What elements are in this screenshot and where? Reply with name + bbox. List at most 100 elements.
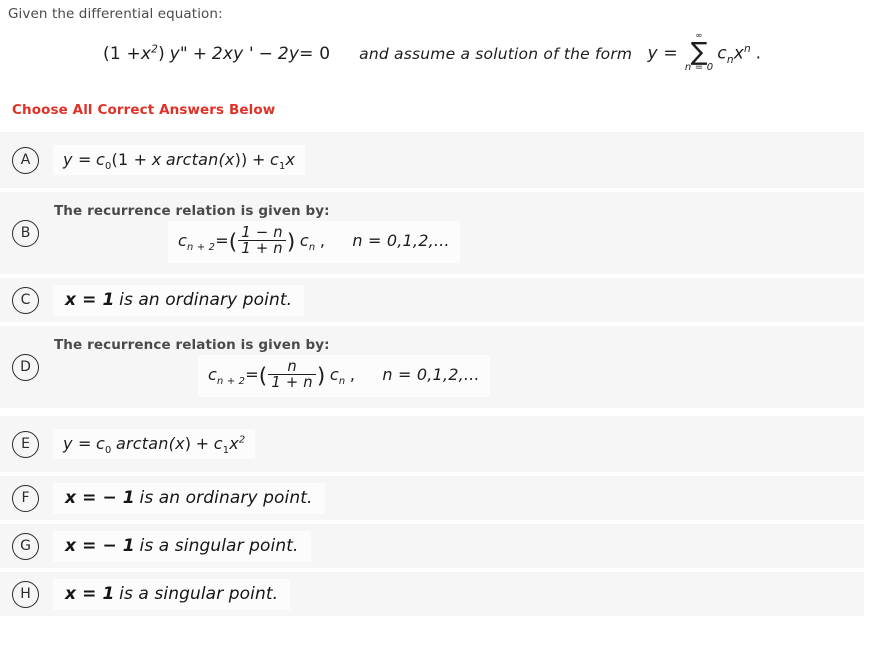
- option-g-statement: x = − 1 is a singular point.: [53, 530, 311, 562]
- eq-x: x: [140, 43, 152, 64]
- opt-b-c-sub: n + 2: [187, 242, 216, 254]
- opt-a-x3: x: [285, 150, 296, 169]
- eq-equals-zero: = 0: [299, 43, 331, 64]
- opt-g-rest: is a singular point.: [139, 535, 299, 556]
- opt-d-cn-sub: n: [338, 376, 346, 388]
- answer-options-list: A y = c0(1 + x arctan(x)) + c1x B The recurre…: [0, 132, 871, 616]
- option-body-d: The recurrence relation is given by: cn …: [39, 336, 864, 398]
- equation-connector-text: and assume a solution of the form: [359, 44, 633, 63]
- eq-minus: −: [258, 43, 274, 64]
- option-body-g: x = − 1 is a singular point.: [39, 530, 864, 562]
- opt-b-denominator: 1 + n: [238, 240, 286, 256]
- opt-d-c: c: [208, 365, 217, 384]
- opt-e-close: ): [184, 434, 192, 453]
- opt-e-plus: +: [195, 434, 210, 453]
- opt-d-c-sub: n + 2: [217, 376, 246, 388]
- opt-a-close: )): [234, 150, 248, 169]
- option-a-formula: y = c0(1 + x arctan(x)) + c1x: [53, 145, 306, 175]
- eq-y-double-prime: y": [169, 43, 188, 64]
- option-row-e[interactable]: E y = c0 arctan(x) + c1x2: [0, 416, 864, 472]
- option-body-a: y = c0(1 + x arctan(x)) + c1x: [39, 145, 864, 175]
- opt-d-fraction: n1 + n: [268, 359, 316, 390]
- opt-d-range: n = 0,1,2,...: [382, 365, 480, 384]
- opt-c-rest: is an ordinary point.: [119, 289, 293, 310]
- power-series-expression: y = ∞ ∑ n = 0 cnxn.: [647, 32, 762, 74]
- option-b-intro: The recurrence relation is given by:: [54, 202, 330, 219]
- series-y-equals: y =: [647, 43, 678, 64]
- option-b-formula: cn + 2=(1 − n1 + n) cn, n = 0,1,2,...: [168, 220, 460, 264]
- opt-e-x2: x: [175, 434, 185, 453]
- opt-e-x3-exp: 2: [238, 434, 246, 446]
- option-body-h: x = 1 is a singular point.: [39, 578, 864, 610]
- option-row-f[interactable]: F x = − 1 is an ordinary point.: [0, 476, 864, 520]
- option-row-a[interactable]: A y = c0(1 + x arctan(x)) + c1x: [0, 132, 864, 188]
- opt-b-numerator: 1 − n: [241, 223, 283, 241]
- opt-b-paren-close: ): [286, 230, 296, 255]
- option-body-f: x = − 1 is an ordinary point.: [39, 482, 864, 514]
- option-e-formula: y = c0 arctan(x) + c1x2: [53, 429, 256, 459]
- option-marker-d[interactable]: D: [12, 353, 39, 381]
- option-marker-a[interactable]: A: [12, 146, 39, 174]
- eq-term-2y: 2y: [277, 43, 300, 64]
- opt-b-cn-sub: n: [308, 242, 316, 254]
- option-body-b: The recurrence relation is given by: cn …: [39, 202, 864, 264]
- option-marker-g[interactable]: G: [12, 532, 39, 560]
- question-stem: Given the differential equation: (1 +x2)…: [0, 0, 871, 74]
- opt-b-c: c: [178, 231, 187, 250]
- option-row-h[interactable]: H x = 1 is a singular point.: [0, 572, 864, 616]
- opt-h-lead: x = 1: [65, 583, 115, 604]
- opt-d-paren-close: ): [316, 364, 326, 389]
- opt-a-plus: +: [251, 150, 266, 169]
- option-body-c: x = 1 is an ordinary point.: [39, 284, 864, 316]
- option-marker-h[interactable]: H: [12, 580, 39, 608]
- opt-c-lead: x = 1: [65, 289, 115, 310]
- sigma-icon: ∑: [690, 37, 708, 66]
- option-d-intro: The recurrence relation is given by:: [54, 336, 330, 353]
- opt-h-rest: is a singular point.: [119, 583, 279, 604]
- opt-g-lead: x = − 1: [65, 535, 135, 556]
- opt-a-open: (1 +: [111, 150, 148, 169]
- choose-answers-heading: Choose All Correct Answers Below: [12, 102, 276, 118]
- opt-d-cn: c: [329, 365, 339, 384]
- eq-open-paren: (1 +: [103, 43, 141, 64]
- option-marker-e[interactable]: E: [12, 430, 39, 458]
- option-marker-f[interactable]: F: [12, 484, 39, 512]
- opt-b-comma: ,: [319, 231, 326, 250]
- series-coefficient-index: n: [726, 53, 734, 66]
- option-h-statement: x = 1 is a singular point.: [53, 578, 291, 610]
- opt-d-equals: =: [245, 365, 259, 384]
- series-x-exponent: n: [743, 42, 751, 55]
- option-row-d[interactable]: D The recurrence relation is given by: c…: [0, 326, 864, 408]
- opt-d-comma: ,: [349, 365, 356, 384]
- option-f-statement: x = − 1 is an ordinary point.: [53, 482, 325, 514]
- opt-e-c0-sub: 0: [105, 445, 112, 457]
- opt-d-paren-open: (: [258, 364, 268, 389]
- option-row-g[interactable]: G x = − 1 is a singular point.: [0, 524, 864, 568]
- differential-equation: (1 +x2) y" +2xy ' −2y= 0 and assume a solut…: [8, 32, 871, 74]
- opt-a-c1: c: [270, 150, 280, 169]
- opt-b-equals: =: [215, 231, 229, 250]
- opt-a-c0: c: [96, 150, 106, 169]
- eq-plus: +: [192, 43, 208, 64]
- opt-b-cn: c: [299, 231, 309, 250]
- opt-e-x3: x: [229, 434, 239, 453]
- eq-term-2xyprime: 2xy ': [211, 43, 254, 64]
- opt-e-c1: c: [213, 434, 223, 453]
- opt-e-arctan: arctan(: [116, 434, 176, 453]
- equation-lhs: (1 +x2) y" +2xy ' −2y= 0: [103, 44, 330, 64]
- opt-a-arctan: arctan(: [165, 150, 225, 169]
- opt-b-range: n = 0,1,2,...: [352, 231, 450, 250]
- opt-b-paren-open: (: [228, 230, 238, 255]
- summation-operator: ∞ ∑ n = 0: [685, 32, 713, 73]
- stem-intro-text: Given the differential equation:: [8, 6, 223, 22]
- series-coefficient-c: c: [717, 43, 727, 64]
- opt-a-x2: x: [224, 150, 235, 169]
- eq-close-paren: ): [158, 43, 165, 64]
- option-row-b[interactable]: B The recurrence relation is given by: c…: [0, 192, 864, 274]
- opt-a-x1: x: [151, 150, 162, 169]
- option-d-formula: cn + 2=(n 1 + n) cn, n = 0,1,2,...: [198, 354, 490, 398]
- option-marker-b[interactable]: B: [12, 219, 39, 247]
- option-marker-c[interactable]: C: [12, 286, 39, 314]
- option-row-c[interactable]: C x = 1 is an ordinary point.: [0, 278, 864, 322]
- opt-e-y: y =: [63, 434, 92, 453]
